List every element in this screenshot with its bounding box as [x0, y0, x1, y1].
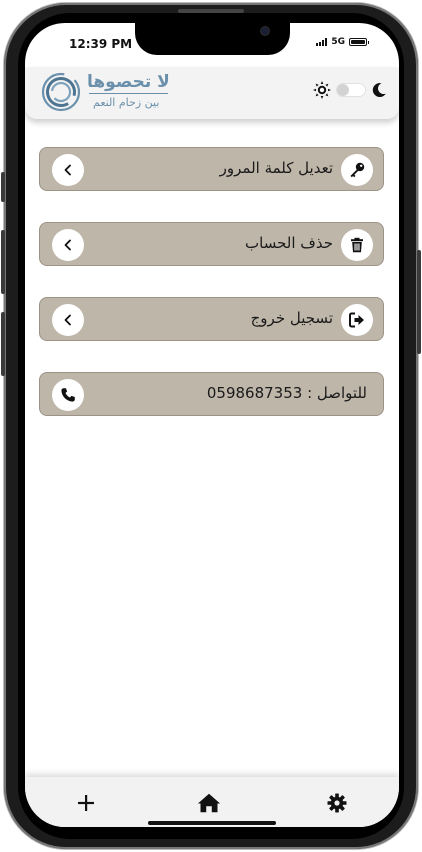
- menu-item-label: حذف الحساب: [245, 234, 333, 252]
- screen: 12:39 PM 5G لا تحصوها بين زحام النعم تعد…: [25, 23, 399, 827]
- menu-item-change-password[interactable]: تعديل كلمة المرور: [39, 147, 384, 191]
- logo-subtitle: بين زحام النعم: [93, 96, 160, 109]
- logo-divider: [89, 93, 168, 94]
- menu-item-logout[interactable]: تسجيل خروج: [39, 297, 384, 341]
- status-time: 12:39 PM: [69, 37, 133, 51]
- volume-up-button: [1, 230, 5, 294]
- chevron-left-icon[interactable]: [52, 154, 84, 186]
- signal-icon: [316, 38, 328, 46]
- contact-row: للتواصل : 0598687353: [39, 372, 384, 416]
- gear-icon[interactable]: [325, 791, 349, 815]
- power-button: [417, 250, 421, 354]
- logo-title: لا تحصوها: [87, 72, 170, 92]
- volume-down-button: [1, 312, 5, 376]
- phone-icon[interactable]: [52, 379, 84, 411]
- mute-switch: [1, 172, 5, 202]
- logout-icon: [341, 304, 373, 336]
- status-indicators: 5G: [316, 37, 369, 47]
- toggle-knob: [337, 84, 349, 96]
- contact-phone-number[interactable]: 0598687353: [207, 384, 302, 402]
- key-icon: [341, 154, 373, 186]
- home-indicator[interactable]: [148, 821, 276, 825]
- menu-item-label: تسجيل خروج: [250, 309, 333, 327]
- chevron-left-icon[interactable]: [52, 304, 84, 336]
- network-label: 5G: [331, 37, 345, 47]
- app-header: لا تحصوها بين زحام النعم: [25, 67, 399, 119]
- speaker-grille: [178, 9, 244, 13]
- bottom-nav: [25, 777, 399, 827]
- logo-icon: [41, 72, 81, 112]
- contact-text: للتواصل : 0598687353: [207, 384, 367, 402]
- menu-item-label: تعديل كلمة المرور: [219, 159, 333, 177]
- moon-icon[interactable]: [371, 82, 387, 98]
- notch: [135, 23, 290, 55]
- menu-item-delete-account[interactable]: حذف الحساب: [39, 222, 384, 266]
- theme-toggle[interactable]: [336, 83, 366, 97]
- sun-icon[interactable]: [313, 81, 331, 99]
- battery-icon: [349, 38, 369, 46]
- plus-icon[interactable]: [74, 791, 98, 815]
- home-icon[interactable]: [197, 791, 221, 815]
- trash-icon: [341, 229, 373, 261]
- contact-prefix: للتواصل :: [307, 384, 367, 402]
- front-camera: [261, 27, 269, 35]
- theme-switcher: [313, 81, 387, 99]
- chevron-left-icon[interactable]: [52, 229, 84, 261]
